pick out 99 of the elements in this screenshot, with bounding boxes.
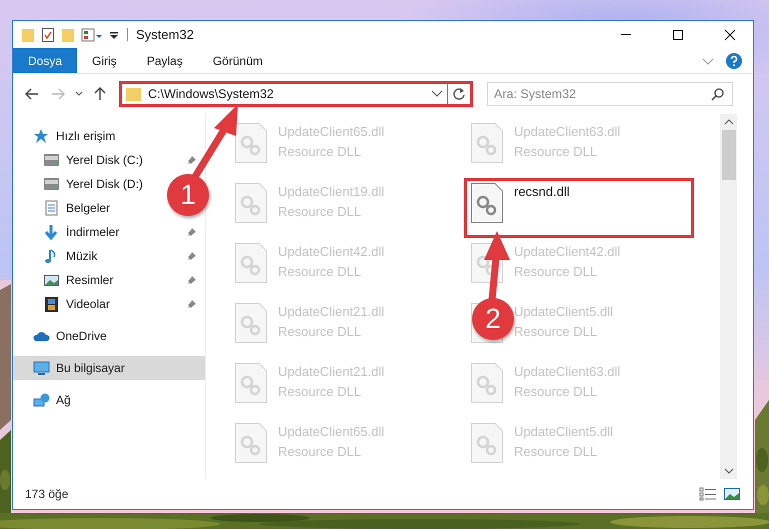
file-type: Resource DLL xyxy=(278,322,362,340)
file-name: UpdateClient63.dll xyxy=(514,123,620,141)
file-name: UpdateClient63.dll xyxy=(514,363,620,381)
nav-item[interactable]: Hızlı erişim xyxy=(13,124,205,148)
monitor-icon xyxy=(33,360,50,376)
scrollbar[interactable] xyxy=(720,114,737,479)
nav-item[interactable]: Resimler xyxy=(13,268,205,292)
file-type: Resource DLL xyxy=(278,262,362,280)
dll-file-icon xyxy=(234,122,268,164)
file-name: UpdateClient42.dll xyxy=(514,243,620,261)
maximize-icon xyxy=(672,28,684,40)
file-name: UpdateClient19.dll xyxy=(278,183,384,201)
file-type: Resource DLL xyxy=(514,262,598,280)
pin-icon[interactable] xyxy=(187,299,197,309)
file-type: Resource DLL xyxy=(514,382,598,400)
back-arrow-icon xyxy=(25,88,39,100)
file-type: Resource DLL xyxy=(514,322,598,340)
file-type: Resource DLL xyxy=(278,202,362,220)
nav-item[interactable]: Belgeler xyxy=(13,196,118,220)
close-icon xyxy=(724,28,736,40)
file-name: UpdateClient5.dll xyxy=(514,423,614,441)
nav-item[interactable]: Yerel Disk (C:) xyxy=(13,148,205,172)
caret-icon xyxy=(75,91,83,97)
drive-icon xyxy=(43,152,60,168)
pin-icon[interactable] xyxy=(187,155,197,165)
caret-icon xyxy=(431,90,443,98)
address-bar[interactable]: C:\Windows\System32 xyxy=(119,81,473,107)
view-options-icon[interactable] xyxy=(81,26,103,42)
nav-label: Bu bilgisayar xyxy=(56,360,126,377)
file-type: Resource DLL xyxy=(278,442,362,460)
picture-icon xyxy=(43,272,60,288)
nav-label: Videolar xyxy=(66,296,111,313)
forward-arrow-icon xyxy=(51,88,65,100)
film-icon xyxy=(43,296,60,312)
refresh-icon[interactable] xyxy=(452,87,466,101)
nav-label: Yerel Disk (C:) xyxy=(66,152,144,169)
file-name: UpdateClient21.dll xyxy=(278,363,384,381)
file-type: Resource DLL xyxy=(278,142,362,160)
ribbon-tab[interactable]: Paylaş xyxy=(132,48,198,73)
drive-icon xyxy=(43,176,60,192)
scroll-down-icon[interactable] xyxy=(724,467,734,475)
nav-label: Hızlı erişim xyxy=(56,128,116,145)
search-field[interactable]: Ara: System32 xyxy=(487,82,733,106)
dll-file-icon xyxy=(470,362,504,404)
nav-item[interactable]: Bu bilgisayar xyxy=(13,356,205,380)
item-count: 173 öğe xyxy=(25,486,70,503)
ribbon-tab[interactable]: Giriş xyxy=(77,48,132,73)
pin-icon[interactable] xyxy=(187,251,197,261)
nav-item[interactable]: Ağ xyxy=(13,388,205,412)
nav-item[interactable]: İndirmeler xyxy=(13,220,205,244)
scroll-up-icon[interactable] xyxy=(724,118,734,126)
pin-icon[interactable] xyxy=(187,227,197,237)
nav-item[interactable]: Yerel Disk (D:) xyxy=(13,172,151,196)
nav-item[interactable]: OneDrive xyxy=(13,324,205,348)
file-name: UpdateClient5.dll xyxy=(514,303,614,321)
nav-label: Belgeler xyxy=(66,200,110,217)
dll-file-icon xyxy=(470,422,504,464)
nav-item[interactable]: Müzik xyxy=(13,244,205,268)
file-type: Resource DLL xyxy=(514,442,598,460)
properties-icon[interactable] xyxy=(41,26,55,42)
details-view-icon[interactable] xyxy=(699,487,717,501)
download-arrow-icon xyxy=(43,224,60,240)
file-type: Resource DLL xyxy=(278,382,362,400)
dll-file-icon xyxy=(470,182,504,224)
document-icon xyxy=(43,200,60,216)
ribbon-tab[interactable]: Dosya xyxy=(13,48,78,73)
dll-file-icon xyxy=(234,242,268,284)
search-icon xyxy=(711,87,725,101)
minimize-icon xyxy=(621,34,631,35)
folder-icon xyxy=(125,86,143,102)
dll-file-icon xyxy=(234,362,268,404)
file-name: UpdateClient65.dll xyxy=(278,123,384,141)
nav-item[interactable]: Videolar xyxy=(13,292,205,316)
dll-file-icon xyxy=(470,122,504,164)
network-icon xyxy=(33,392,50,408)
file-name: recsnd.dll xyxy=(514,183,570,201)
file-type: Resource DLL xyxy=(514,142,598,160)
file-name: UpdateClient42.dll xyxy=(278,243,384,261)
up-arrow-icon xyxy=(94,87,106,101)
nav-label: Müzik xyxy=(66,248,98,265)
nav-label: Yerel Disk (D:) xyxy=(66,176,143,193)
file-name: UpdateClient65.dll xyxy=(278,423,384,441)
nav-label: İndirmeler xyxy=(66,224,120,241)
scroll-thumb[interactable] xyxy=(722,130,736,180)
star-icon xyxy=(33,128,50,144)
callout-arrow xyxy=(484,231,510,300)
dll-file-icon xyxy=(234,182,268,224)
ribbon-tab[interactable]: Görünüm xyxy=(198,48,278,73)
window-title: System32 xyxy=(136,26,195,44)
dll-file-icon xyxy=(234,422,268,464)
nav-label: Resimler xyxy=(66,272,114,289)
nav-label: Ağ xyxy=(56,392,72,409)
dll-file-icon xyxy=(234,302,268,344)
nav-label: OneDrive xyxy=(56,328,108,345)
large-icons-view-icon[interactable] xyxy=(723,487,741,501)
file-name: UpdateClient21.dll xyxy=(278,303,384,321)
pin-icon[interactable] xyxy=(187,275,197,285)
address-path: C:\Windows\System32 xyxy=(147,86,275,103)
highlighted-file[interactable]: recsnd.dll xyxy=(464,178,694,238)
